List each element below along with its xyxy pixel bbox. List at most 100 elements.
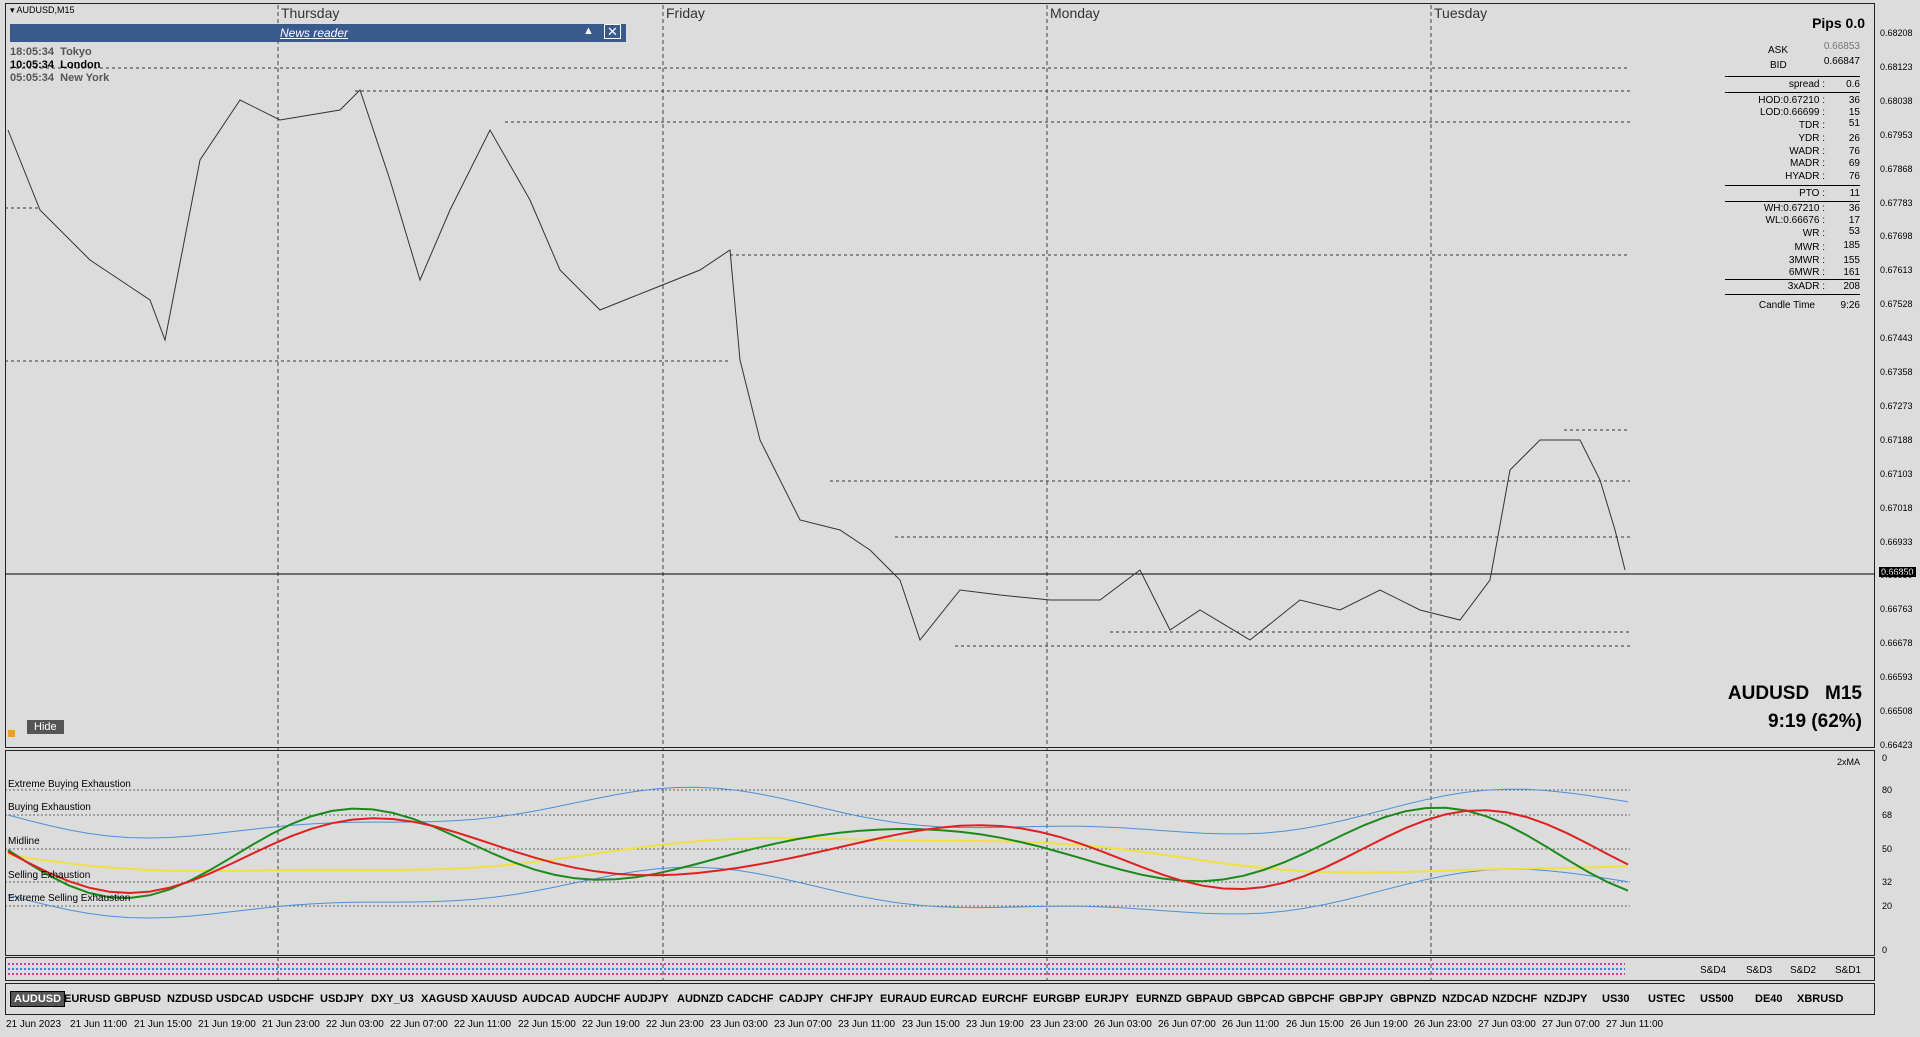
time-axis-label: 22 Jun 07:00 xyxy=(390,1019,448,1030)
dropdown-icon[interactable]: ▾ xyxy=(10,5,15,15)
osc-axis-label: 80 xyxy=(1882,785,1893,795)
symbol-tab-ustec[interactable]: USTEC xyxy=(1648,993,1685,1005)
divider xyxy=(1725,76,1860,77)
divider xyxy=(1725,294,1860,295)
news-reader-label[interactable]: News reader xyxy=(280,26,348,40)
mwr3-label: 3MWR : xyxy=(1788,255,1825,266)
symbol-tab-cadjpy[interactable]: CADJPY xyxy=(779,993,824,1005)
osc-axis-label: 50 xyxy=(1882,844,1893,854)
divider xyxy=(1725,92,1860,93)
mwr6-label: 6MWR : xyxy=(1788,267,1825,278)
symbol-tab-chfjpy[interactable]: CHFJPY xyxy=(830,993,873,1005)
symbol-tab-us30[interactable]: US30 xyxy=(1602,993,1630,1005)
symbol-tab-de40[interactable]: DE40 xyxy=(1755,993,1783,1005)
time-axis-label: 21 Jun 2023 xyxy=(6,1019,62,1030)
time-axis-label: 27 Jun 11:00 xyxy=(1606,1019,1664,1030)
oscillator-panel[interactable] xyxy=(5,750,1875,956)
time-axis-label: 21 Jun 11:00 xyxy=(70,1019,128,1030)
candle-timer: 9:19 (62%) xyxy=(1768,711,1862,732)
symbol-tab-eurusd[interactable]: EURUSD xyxy=(64,993,110,1005)
mwr6-value: 161 xyxy=(1843,267,1860,278)
symbol-tab-gbpaud[interactable]: GBPAUD xyxy=(1186,993,1233,1005)
wadr-value: 76 xyxy=(1848,146,1860,157)
ydr-label: YDR : xyxy=(1798,133,1825,144)
time-axis-label: 21 Jun 23:00 xyxy=(262,1019,320,1030)
ask-value: 0.66853 xyxy=(1823,41,1860,52)
spread-value: 0.6 xyxy=(1846,79,1860,90)
symbol-tab-nzdchf[interactable]: NZDCHF xyxy=(1492,993,1537,1005)
sd2-label[interactable]: S&D2 xyxy=(1790,965,1816,976)
symbol-tab-usdjpy[interactable]: USDJPY xyxy=(320,993,364,1005)
time-axis-label: 21 Jun 19:00 xyxy=(198,1019,256,1030)
symbol-tab-gbpchf[interactable]: GBPCHF xyxy=(1288,993,1334,1005)
price-axis-label: 0.67613 xyxy=(1880,265,1913,276)
symbol-tab-audnzd[interactable]: AUDNZD xyxy=(677,993,723,1005)
time-axis-label: 23 Jun 19:00 xyxy=(966,1019,1024,1030)
mwr-label: MWR : xyxy=(1794,242,1825,253)
symbol-tab-euraud[interactable]: EURAUD xyxy=(880,993,927,1005)
symbol-tab-xauusd[interactable]: XAUUSD xyxy=(471,993,517,1005)
wr-label: WR : xyxy=(1802,228,1825,239)
bid-value: 0.66847 xyxy=(1823,56,1860,67)
symbol-tab-us500[interactable]: US500 xyxy=(1700,993,1734,1005)
time-axis-label: 23 Jun 23:00 xyxy=(1030,1019,1088,1030)
sd1-label[interactable]: S&D1 xyxy=(1835,965,1861,976)
symbol-tab-audusd[interactable]: AUDUSD xyxy=(10,991,66,1007)
divider xyxy=(1725,201,1860,202)
symbol-tab-cadchf[interactable]: CADCHF xyxy=(727,993,773,1005)
time-axis-label: 22 Jun 11:00 xyxy=(454,1019,512,1030)
price-axis-label: 0.67103 xyxy=(1880,468,1913,479)
symbol-tab-eurjpy[interactable]: EURJPY xyxy=(1085,993,1129,1005)
symbol-tab-xagusd[interactable]: XAGUSD xyxy=(421,993,468,1005)
close-icon[interactable]: ✕ xyxy=(604,24,621,39)
symbol-tab-dxy_u3[interactable]: DXY_U3 xyxy=(371,993,414,1005)
mwr3-value: 155 xyxy=(1843,255,1860,266)
symbol-tab-audchf[interactable]: AUDCHF xyxy=(574,993,620,1005)
hod-value: 36 xyxy=(1848,95,1860,106)
symbol-tab-usdcad[interactable]: USDCAD xyxy=(216,993,263,1005)
time-axis-label: 21 Jun 15:00 xyxy=(134,1019,192,1030)
collapse-icon[interactable]: ▲ xyxy=(583,25,594,37)
symbol-tab-xbrusd[interactable]: XBRUSD xyxy=(1797,993,1843,1005)
symbol-tab-gbpjpy[interactable]: GBPJPY xyxy=(1339,993,1384,1005)
day-label: Tuesday xyxy=(1434,5,1488,21)
adr3-label: 3xADR : xyxy=(1787,281,1825,292)
madr-label: MADR : xyxy=(1790,158,1825,169)
price-axis-label: 0.68123 xyxy=(1880,61,1913,72)
symbol-name: AUDUSD xyxy=(1727,683,1810,704)
symbol-tab-eurgbp[interactable]: EURGBP xyxy=(1033,993,1080,1005)
news-reader-bar[interactable]: News reader ▲ ✕ xyxy=(10,24,626,42)
price-axis-label: 0.67783 xyxy=(1880,197,1913,208)
symbol-tab-gbpusd[interactable]: GBPUSD xyxy=(114,993,161,1005)
sd3-label[interactable]: S&D3 xyxy=(1746,965,1772,976)
info-panel: Pips 0.0 ASK 0.66853 BID 0.66847 spread … xyxy=(1720,15,1870,315)
symbol-tab-eurchf[interactable]: EURCHF xyxy=(982,993,1028,1005)
symbol-tab-usdchf[interactable]: USDCHF xyxy=(268,993,314,1005)
symbol-tab-nzdcad[interactable]: NZDCAD xyxy=(1442,993,1488,1005)
hide-button[interactable]: Hide xyxy=(27,720,64,734)
symbol-tab-gbpnzd[interactable]: GBPNZD xyxy=(1390,993,1436,1005)
symbol-tab-nzdjpy[interactable]: NZDJPY xyxy=(1544,993,1587,1005)
osc-level-label: Extreme Buying Exhaustion xyxy=(8,779,131,790)
symbol-display: AUDUSD M15 xyxy=(1700,683,1862,705)
sd4-label[interactable]: S&D4 xyxy=(1700,965,1726,976)
hyadr-value: 76 xyxy=(1848,171,1860,182)
symbol-tab-nzdusd[interactable]: NZDUSD xyxy=(167,993,213,1005)
price-axis-label: 0.66678 xyxy=(1880,638,1913,649)
wl-label: WL:0.66676 : xyxy=(1765,215,1825,226)
symbol-tab-eurcad[interactable]: EURCAD xyxy=(930,993,977,1005)
price-axis-label: 0.67528 xyxy=(1880,299,1913,310)
osc-axis-label: 0 xyxy=(1882,753,1888,763)
wh-value: 36 xyxy=(1848,203,1860,214)
symbol-tab-audcad[interactable]: AUDCAD xyxy=(522,993,570,1005)
symbol-tab-eurnzd[interactable]: EURNZD xyxy=(1136,993,1182,1005)
day-label: Friday xyxy=(666,5,705,21)
symbol-tab-gbpcad[interactable]: GBPCAD xyxy=(1237,993,1285,1005)
price-axis-label: 0.67018 xyxy=(1880,502,1913,513)
time-axis-label: 27 Jun 07:00 xyxy=(1542,1019,1600,1030)
time-axis-label: 26 Jun 03:00 xyxy=(1094,1019,1152,1030)
price-axis-label: 0.66850 xyxy=(1880,570,1913,581)
symbol-tab-audjpy[interactable]: AUDJPY xyxy=(624,993,669,1005)
ydr-value: 26 xyxy=(1848,133,1860,144)
clock-london: 10:05:34 London xyxy=(10,59,101,71)
